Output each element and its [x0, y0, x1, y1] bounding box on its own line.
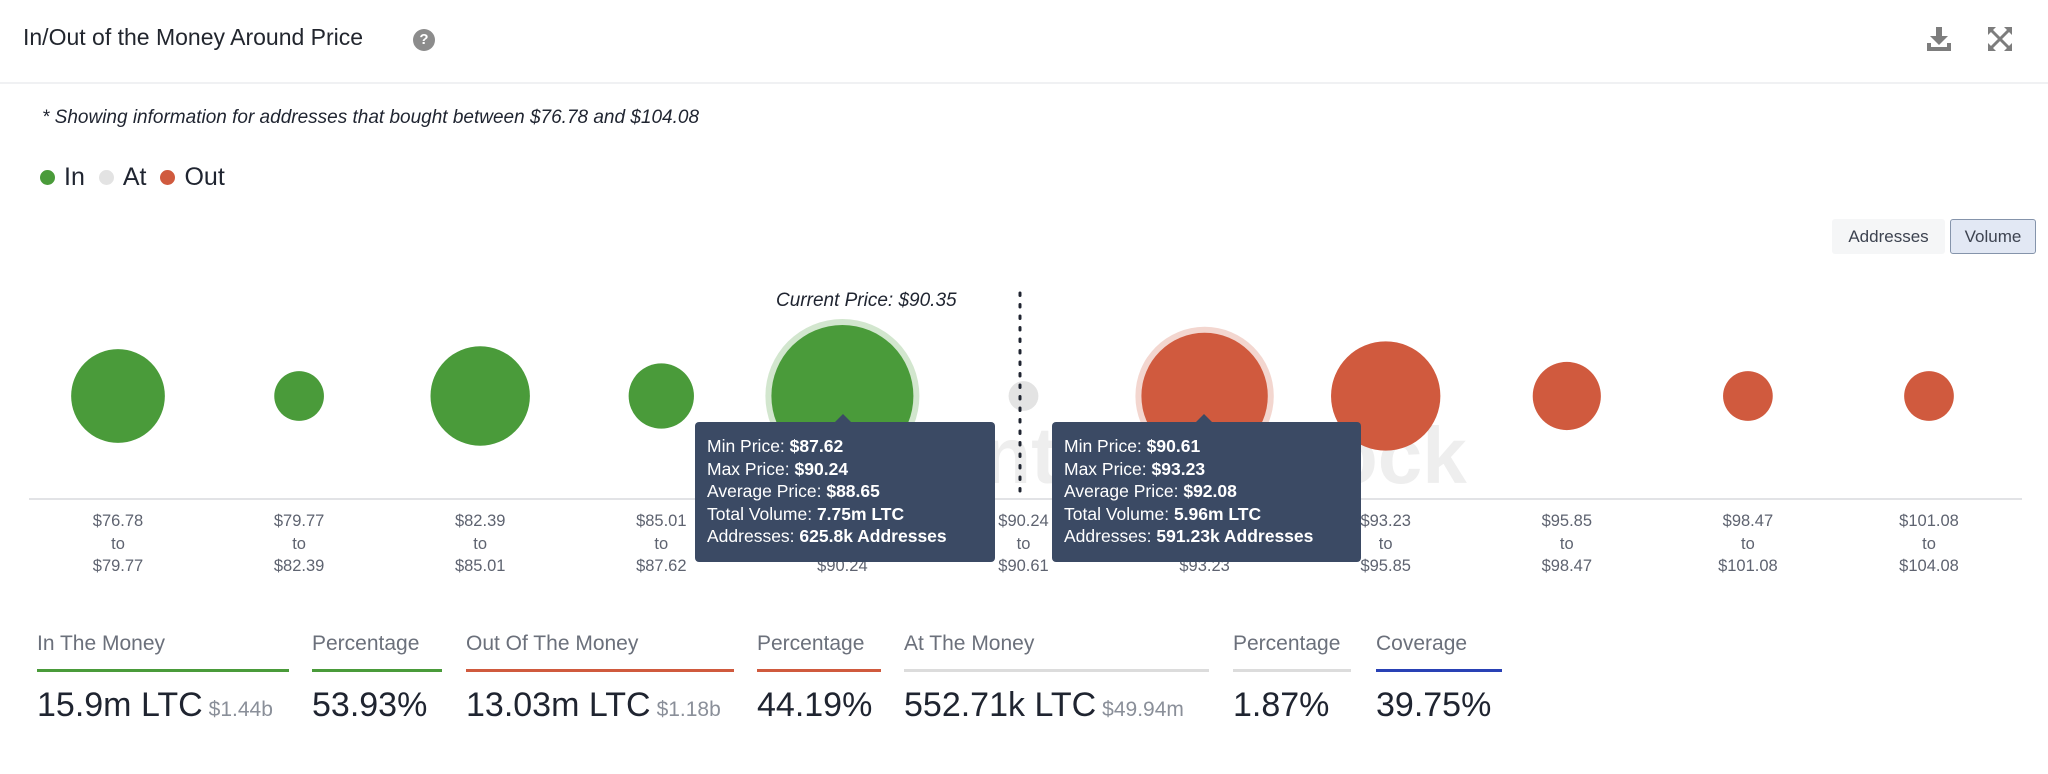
tick-to: $101.08 [1718, 557, 1778, 575]
stat-value: 1.87% [1233, 686, 1329, 725]
x-tick-label: $98.47 to $101.08 [1693, 510, 1803, 578]
stat-main-value: 552.71k LTC [904, 686, 1097, 724]
stat-value: 13.03m LTC $1.18b [466, 686, 721, 725]
stat-underline [904, 669, 1209, 672]
tick-connector: to [1741, 534, 1755, 553]
bubble-in[interactable] [71, 349, 165, 443]
tick-from: $82.39 [454, 512, 506, 530]
tick-from: $79.77 [273, 512, 325, 530]
bubble-in[interactable] [628, 363, 694, 429]
stat-label: Percentage [757, 632, 865, 655]
tooltip-avg-price: Average Price: $92.08 [1064, 481, 1237, 501]
stat-value: 53.93% [312, 686, 427, 725]
bubble-at[interactable] [1008, 381, 1039, 411]
tooltip-total-volume: Total Volume: 5.96m LTC [1064, 503, 1262, 524]
stat-value: 15.9m LTC $1.44b [37, 686, 273, 725]
stat-underline [37, 669, 289, 672]
current-price-label: Current Price: $90.35 [776, 290, 957, 311]
tooltip-avg-price: Average Price: $88.65 [707, 481, 880, 501]
stat-underline [466, 669, 734, 672]
tick-connector: to [111, 534, 125, 553]
tick-to: $104.08 [1899, 557, 1959, 575]
tooltip-min-price: Min Price: $90.61 [1064, 436, 1201, 456]
stat-main-value: 13.03m LTC [466, 686, 651, 724]
stat-label: In The Money [37, 632, 166, 655]
stat-underline [1376, 669, 1502, 672]
bubble-in[interactable] [274, 371, 324, 421]
stat-main-value: 1.87% [1233, 686, 1330, 724]
tick-connector: to [1922, 534, 1936, 553]
stat-value: 44.19% [757, 686, 872, 725]
bubble-out[interactable] [1532, 361, 1601, 431]
tooltip-max-price: Max Price: $93.23 [1064, 458, 1206, 479]
tick-to: $79.77 [92, 557, 144, 575]
bubble-in[interactable] [430, 346, 530, 446]
stat-label: Percentage [1233, 632, 1341, 655]
stat-usd-value: $1.18b [656, 698, 721, 721]
stat-label: Coverage [1376, 632, 1468, 655]
x-tick-label: $76.78 to $79.77 [63, 510, 173, 578]
stat-usd-value: $1.44b [208, 698, 273, 721]
x-tick-label: $101.08 to $104.08 [1874, 510, 1984, 578]
tooltip-arrow [835, 414, 851, 422]
stat-main-value: 53.93% [312, 686, 428, 724]
tick-from: $98.47 [1722, 512, 1774, 530]
tooltip-addresses: Addresses: 591.23k Addresses [1064, 526, 1314, 546]
tick-to: $82.39 [273, 557, 325, 575]
tick-connector: to [292, 534, 306, 553]
stat-underline [312, 669, 442, 672]
tooltip-max-price: Max Price: $90.24 [707, 458, 849, 479]
stat-main-value: 15.9m LTC [37, 686, 203, 724]
stat-main-value: 44.19% [757, 686, 873, 724]
tooltip-min-price: Min Price: $87.62 [707, 436, 844, 456]
stat-label: Percentage [312, 632, 420, 655]
stat-value: 552.71k LTC $49.94m [904, 686, 1184, 725]
tick-from: $95.85 [1541, 512, 1593, 530]
tooltip-bucket-90-61: Min Price: $90.61 Max Price: $93.23 Aver… [1052, 414, 1361, 562]
tick-connector: to [1559, 534, 1574, 553]
tooltip-addresses: Addresses: 625.8k Addresses [707, 526, 947, 546]
stat-label: Out Of The Money [466, 632, 639, 655]
x-tick-label: $95.85 to $98.47 [1512, 510, 1622, 578]
stat-value: 39.75% [1376, 686, 1491, 725]
tooltip-total-volume: Total Volume: 7.75m LTC [707, 503, 905, 524]
tick-to: $98.47 [1541, 557, 1593, 575]
stat-underline [757, 669, 881, 672]
tick-to: $85.01 [454, 557, 506, 575]
tick-connector: to [473, 534, 488, 553]
x-tick-label: $79.77 to $82.39 [244, 510, 354, 578]
bubble-out[interactable] [1904, 371, 1954, 421]
tooltip-bucket-87-62: Min Price: $87.62 Max Price: $90.24 Aver… [695, 414, 995, 562]
stat-usd-value: $49.94m [1102, 698, 1184, 721]
stat-label: At The Money [904, 632, 1035, 655]
stat-main-value: 39.75% [1376, 686, 1492, 724]
bubble-out[interactable] [1723, 371, 1773, 421]
x-tick-label: $82.39 to $85.01 [425, 510, 535, 578]
stat-underline [1233, 669, 1351, 672]
tick-from: $101.08 [1899, 512, 1959, 530]
tick-from: $76.78 [92, 512, 144, 530]
tooltip-arrow [1196, 414, 1212, 422]
